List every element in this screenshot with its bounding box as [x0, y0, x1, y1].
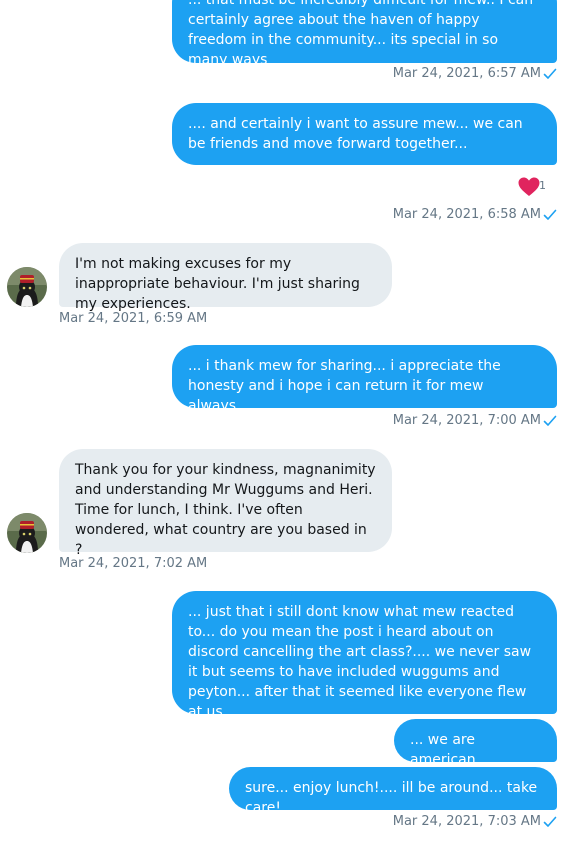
message-bubble-outgoing[interactable]: .... and certainly i want to assure mew.… [172, 103, 557, 165]
cat-avatar-icon [7, 513, 47, 553]
message-timestamp: Mar 24, 2021, 7:00 AM [392, 413, 541, 428]
message-timestamp: Mar 24, 2021, 7:03 AM [392, 814, 541, 829]
message-bubble-outgoing[interactable]: ... we are american... [394, 719, 557, 768]
message-bubble-incoming[interactable]: I'm not making excuses for my inappropri… [59, 243, 392, 312]
read-check-icon [543, 816, 557, 827]
message-bubble-outgoing[interactable]: sure... enjoy lunch!.... ill be around..… [229, 767, 557, 816]
message-bubble-outgoing[interactable]: ... that must be incredibly difficult fo… [172, 0, 557, 68]
message-timestamp: Mar 24, 2021, 6:58 AM [392, 207, 541, 222]
message-bubble-outgoing[interactable]: ... i thank mew for sharing... i appreci… [172, 345, 557, 414]
message-bubble-outgoing[interactable]: ... just that i still dont know what mew… [172, 591, 557, 720]
read-check-icon [543, 68, 557, 79]
read-check-icon [543, 415, 557, 426]
message-timestamp: Mar 24, 2021, 6:57 AM [392, 66, 541, 81]
read-check-icon [543, 209, 557, 220]
heart-icon[interactable] [517, 175, 541, 199]
message-timestamp: Mar 24, 2021, 7:02 AM [59, 556, 208, 571]
avatar[interactable] [7, 267, 47, 307]
avatar[interactable] [7, 513, 47, 553]
message-timestamp: Mar 24, 2021, 6:59 AM [59, 311, 208, 326]
cat-avatar-icon [7, 267, 47, 307]
reaction-count: 1 [539, 179, 546, 192]
message-bubble-incoming[interactable]: Thank you for your kindness, magnanimity… [59, 449, 392, 558]
